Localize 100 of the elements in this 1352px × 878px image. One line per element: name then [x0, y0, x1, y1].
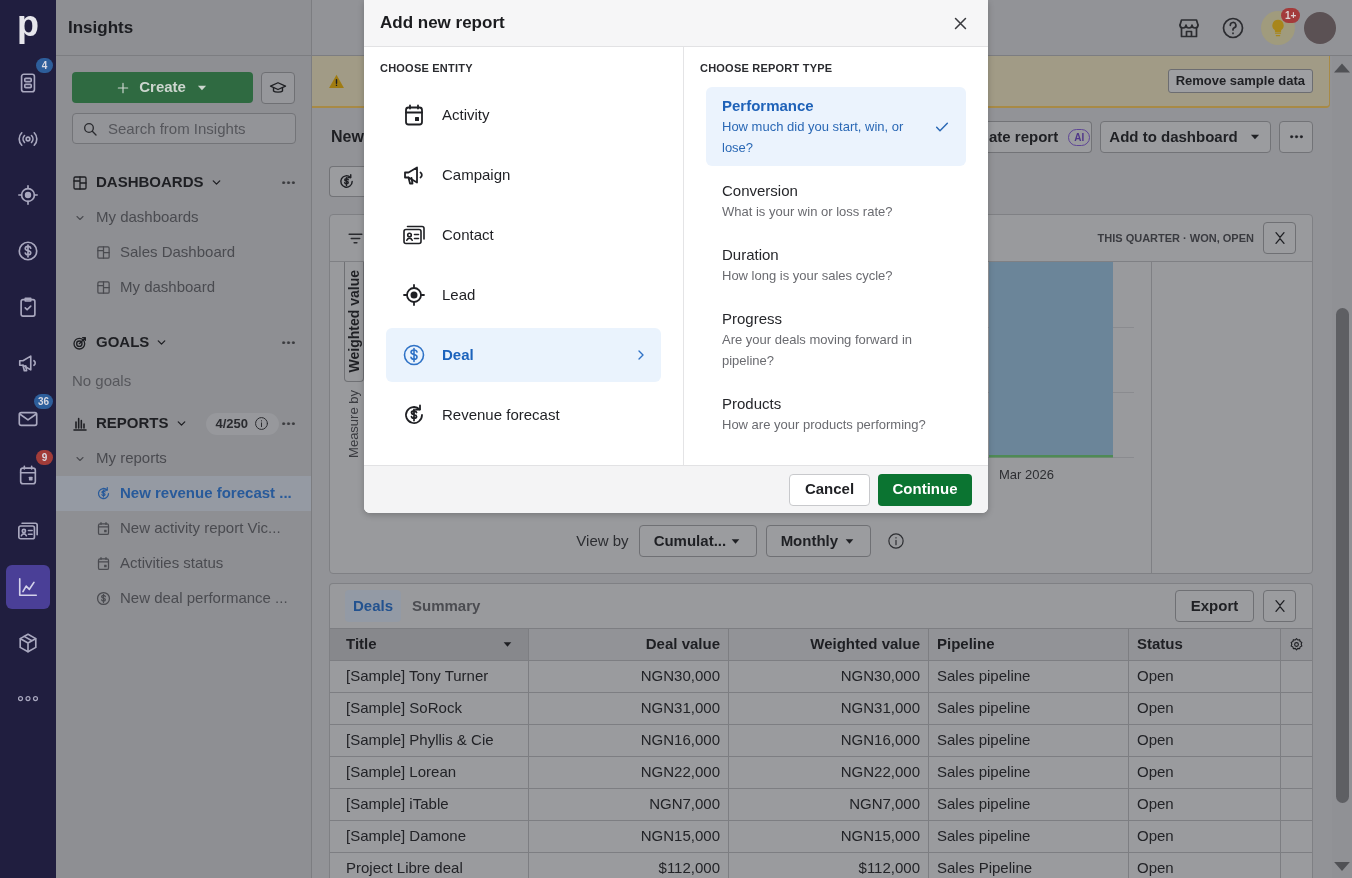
column-header[interactable]: Deal value — [529, 629, 729, 660]
sidebar-item[interactable]: Sales Dashboard — [56, 235, 311, 270]
view-by-label: View by — [576, 530, 629, 551]
dashboard-icon — [72, 174, 88, 191]
column-header[interactable]: Title — [330, 629, 529, 660]
dollar-cycle-button[interactable] — [329, 166, 364, 197]
app-logo[interactable]: p — [17, 5, 39, 42]
filter-summary: THIS QUARTER · WON, OPEN — [1097, 230, 1254, 246]
graduation-cap-button[interactable] — [261, 72, 295, 104]
table-cell-text: Open — [1137, 762, 1174, 783]
count-badge: 9 — [36, 450, 53, 465]
info-icon[interactable] — [886, 532, 905, 550]
view-by-select[interactable]: Cumulat... — [638, 525, 757, 557]
column-header[interactable]: Status — [1129, 629, 1281, 660]
search-field[interactable]: Search from Insights — [72, 113, 296, 144]
nav-item[interactable] — [6, 565, 50, 609]
notification-badge: 1+ — [1281, 7, 1301, 23]
search-icon — [82, 120, 98, 137]
column-header[interactable]: Pipeline — [929, 629, 1129, 660]
report-type-option[interactable]: Progress Are your deals moving forward in pipeline? — [706, 300, 966, 379]
table-cell-text: [Sample] iTable — [346, 794, 449, 815]
avatar[interactable] — [1304, 11, 1336, 44]
entity-option[interactable]: Contact — [386, 208, 661, 262]
dollar-cycle-icon — [338, 173, 355, 190]
sidebar-item[interactable]: Activities status — [56, 546, 311, 581]
table-cell-text: Sales pipeline — [937, 730, 1031, 751]
report-type-option[interactable]: Duration How long is your sales cycle? — [706, 236, 966, 294]
table-cell-text: NGN30,000 — [640, 666, 720, 687]
table-cell-text: NGN15,000 — [640, 826, 720, 847]
scrollbar-thumb[interactable] — [1335, 308, 1349, 803]
sidebar-item[interactable]: New deal performance ... — [56, 581, 311, 616]
column-header[interactable]: Weighted value — [729, 629, 929, 660]
report-type-option[interactable]: Performance How much did you start, win, or lose? — [706, 87, 966, 166]
settings-icon[interactable] — [1289, 637, 1304, 652]
calendar-icon — [402, 103, 426, 127]
table-cell-text: Open — [1137, 794, 1174, 815]
entity-option[interactable]: Campaign — [386, 148, 661, 202]
table-cell-text: $112,000 — [858, 858, 920, 878]
report-type-option[interactable]: Products How are your products performing? — [706, 385, 966, 443]
continue-button[interactable]: Continue — [878, 473, 972, 506]
tab[interactable]: Summary — [404, 590, 489, 622]
tab[interactable]: Deals — [345, 590, 402, 622]
entity-option[interactable]: Activity — [386, 88, 661, 142]
collapse-button[interactable] — [1263, 222, 1296, 254]
axis-title: Measure by — [346, 390, 361, 458]
table-cell-text: Sales pipeline — [937, 794, 1031, 815]
box-icon — [17, 632, 39, 654]
remove-sample-data-button[interactable]: Remove sample data — [1167, 69, 1313, 93]
table-cell-text: NGN30,000 — [840, 666, 920, 687]
table-cell-text: Project Libre deal — [346, 858, 463, 878]
contact-card-icon — [17, 520, 39, 542]
add-to-dashboard-button[interactable]: Add to dashboard — [1100, 121, 1271, 153]
table-cell-text: [Sample] Tony Turner — [346, 666, 489, 687]
table-cell-text: NGN7,000 — [649, 794, 720, 815]
report-type-option[interactable]: Conversion What is your win or loss rate? — [706, 172, 966, 230]
more-icon[interactable] — [282, 180, 295, 185]
section-header[interactable]: GOALS — [96, 331, 169, 354]
target-icon — [72, 334, 88, 351]
view-by-select[interactable]: Monthly — [765, 525, 871, 557]
more-icon[interactable] — [282, 421, 295, 426]
count-badge: 36 — [33, 394, 53, 409]
section-header[interactable]: DASHBOARDS — [96, 171, 223, 194]
create-button[interactable]: Create — [72, 72, 254, 103]
table-cell-text: NGN15,000 — [840, 826, 920, 847]
calendar-icon — [96, 521, 111, 536]
plus-icon — [116, 80, 131, 95]
folder-item[interactable]: My dashboards — [56, 200, 311, 235]
line-chart-icon — [17, 576, 39, 598]
lightbulb-button[interactable] — [1261, 10, 1295, 45]
entity-option[interactable]: Deal — [386, 328, 661, 382]
section-header[interactable]: REPORTS — [96, 412, 188, 435]
table-cell-text: NGN22,000 — [840, 762, 920, 783]
table-cell-text: [Sample] SoRock — [346, 698, 462, 719]
table-cell-text: Open — [1137, 826, 1174, 847]
sidebar-item[interactable]: New activity report Vic... — [56, 511, 311, 546]
target-icon — [402, 283, 426, 307]
dashboard-icon — [96, 245, 111, 260]
warning-icon — [328, 72, 345, 90]
megaphone-icon — [17, 352, 39, 374]
table-cell-text: $112,000 — [658, 858, 720, 878]
sidebar-item[interactable]: My dashboard — [56, 270, 311, 305]
entity-option[interactable]: Lead — [386, 268, 661, 322]
clipboard-icon — [17, 296, 39, 318]
empty-text: No goals — [72, 370, 132, 391]
help-icon[interactable] — [1221, 15, 1245, 40]
folder-item[interactable]: My reports — [56, 441, 311, 476]
scroll-down-icon[interactable] — [1334, 862, 1350, 871]
ai-report-button[interactable]: ate report AI — [988, 121, 1092, 153]
export-button[interactable]: Export — [1175, 590, 1254, 622]
table-cell-text: [Sample] Damone — [346, 826, 467, 847]
dialog-title: Add new report — [380, 12, 505, 35]
cancel-button[interactable]: Cancel — [789, 473, 870, 506]
table-cell-text: [Sample] Lorean — [346, 762, 457, 783]
entity-option[interactable]: Revenue forecast — [386, 388, 661, 442]
collapse-button[interactable] — [1263, 590, 1296, 622]
table-cell-text: NGN31,000 — [840, 698, 920, 719]
table-cell-text: NGN22,000 — [640, 762, 720, 783]
info-icon — [254, 416, 270, 431]
target-icon — [17, 184, 39, 206]
more-icon[interactable] — [282, 340, 295, 345]
